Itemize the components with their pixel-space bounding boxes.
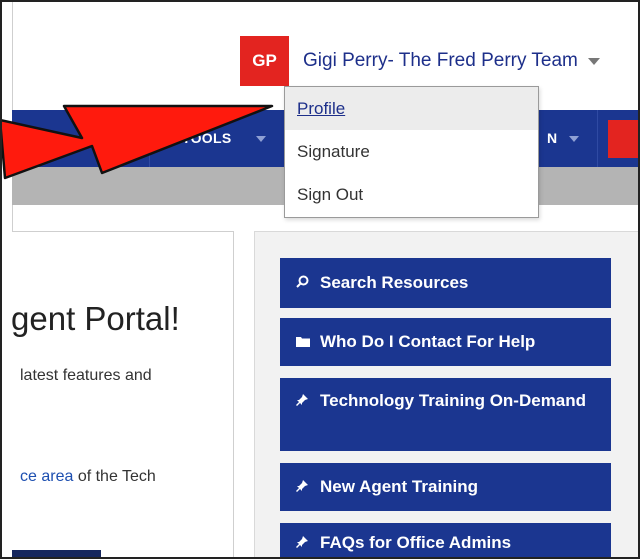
welcome-text: latest features and [20,367,152,384]
avatar: GP [240,36,289,86]
chevron-down-icon[interactable] [587,57,600,65]
menu-item-profile[interactable]: Profile [285,87,538,130]
nav-item-partial[interactable]: N [547,130,557,146]
nav-divider [597,110,598,167]
pin-icon [296,394,314,409]
red-arrow-annotation [0,104,274,180]
chevron-down-icon[interactable] [569,136,579,142]
search-resources-button[interactable]: Search Resources [280,258,611,308]
new-agent-training-button[interactable]: New Agent Training [280,463,611,511]
menu-item-sign-out[interactable]: Sign Out [285,173,538,216]
pin-icon [296,479,314,495]
menu-item-signature[interactable]: Signature [285,130,538,173]
faqs-office-admins-button[interactable]: FAQs for Office Admins [280,523,611,559]
contact-help-button[interactable]: Who Do I Contact For Help [280,318,611,366]
user-name[interactable]: Gigi Perry- The Fred Perry Team [303,50,578,72]
page-title: Agent Portal! [12,300,180,337]
folder-icon [296,335,314,350]
technology-training-button[interactable]: Technology Training On-Demand [280,378,611,451]
search-icon [296,275,314,291]
pin-icon [296,535,314,551]
user-menu-toggle[interactable]: GP Gigi Perry- The Fred Perry Team [240,36,600,86]
nav-red-button[interactable] [608,120,640,158]
welcome-action-button[interactable] [12,550,101,559]
resource-area-link[interactable]: ce area [20,468,73,485]
welcome-link-line: ce area of the Tech [20,468,156,485]
user-dropdown-menu: Profile Signature Sign Out [284,86,539,218]
welcome-card [12,231,234,559]
